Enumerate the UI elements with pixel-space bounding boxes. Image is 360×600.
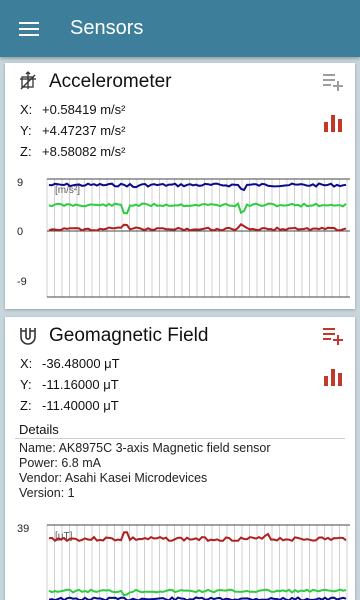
value-row-y: Y: +4.47237 m/s² (20, 120, 125, 141)
detail-power: Power: 6.8 mA (19, 456, 101, 470)
axis-label: Z: (20, 398, 32, 413)
card-title: Geomagnetic Field (49, 325, 209, 346)
sensor-values: X: +0.58419 m/s² Y: +4.47237 m/s² Z: +8.580… (20, 99, 125, 162)
add-to-list-icon[interactable] (323, 327, 343, 345)
detail-vendor: Vendor: Asahi Kasei Microdevices (19, 471, 208, 485)
value-row-z: Z: -11.40000 μT (20, 395, 120, 416)
bar-chart-icon[interactable] (323, 367, 343, 387)
unit-label: [μT] (55, 531, 73, 542)
axis-label: Y: (20, 123, 32, 138)
unit-label: [m/s²] (55, 185, 80, 196)
geomagnetic-field-card[interactable]: Geomagnetic Field X: -36.48000 μT Y: -11.1… (5, 317, 355, 600)
magnet-icon (20, 328, 36, 345)
sensor-details: Name: AK8975C 3-axis Magnetic field sens… (19, 441, 271, 501)
details-divider (15, 438, 345, 439)
details-heading: Details (19, 422, 59, 437)
axis-label: X: (20, 356, 33, 371)
axis-label: Y: (20, 377, 32, 392)
value-row-x: X: +0.58419 m/s² (20, 99, 125, 120)
value-row-z: Z: +8.58082 m/s² (20, 141, 125, 162)
graph-plot: [μT] (46, 524, 350, 600)
value-row-y: Y: -11.16000 μT (20, 374, 120, 395)
add-to-list-icon[interactable] (323, 73, 343, 91)
axis-value: -11.40000 μT (42, 398, 119, 413)
axis-value: +0.58419 m/s² (42, 102, 126, 117)
graph-plot: [m/s²] (46, 178, 350, 298)
axis-value: -36.48000 μT (42, 356, 120, 371)
value-row-x: X: -36.48000 μT (20, 353, 120, 374)
detail-name: Name: AK8975C 3-axis Magnetic field sens… (19, 441, 271, 455)
bar-chart-icon[interactable] (323, 113, 343, 133)
axis-value: -11.16000 μT (42, 377, 119, 392)
accelerometer-graph: 9 0 -9 [m/s²] (5, 171, 355, 301)
axis-label: X: (20, 102, 33, 117)
card-title: Accelerometer (49, 71, 172, 92)
app-title: Sensors (70, 17, 144, 39)
axis-label: Z: (20, 144, 32, 159)
menu-icon (19, 21, 39, 36)
app-bar: Sensors (0, 0, 360, 57)
accelerometer-card[interactable]: Accelerometer X: +0.58419 m/s² Y: +4.47237… (5, 63, 355, 309)
axis-value: +4.47237 m/s² (42, 123, 126, 138)
axis-3d-icon (20, 71, 36, 90)
sensor-values: X: -36.48000 μT Y: -11.16000 μT Z: -11.4000… (20, 353, 120, 416)
geomagnetic-graph: 39 [μT] (5, 517, 355, 600)
detail-version: Version: 1 (19, 486, 75, 500)
menu-button[interactable] (0, 0, 58, 57)
axis-value: +8.58082 m/s² (42, 144, 126, 159)
